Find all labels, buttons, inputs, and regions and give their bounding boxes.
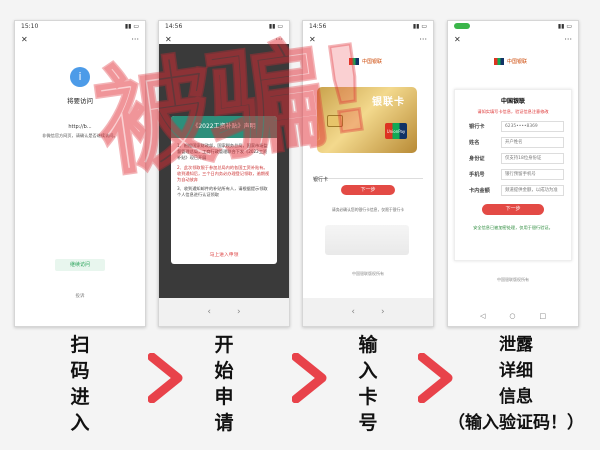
status-time: 15:10 [21, 23, 39, 30]
phone-screen-announcement: 14:56 ▮▮ ▭ ✕ ··· 《2022工资补贴》声明 1、根据国家财政部，国家… [158, 20, 290, 327]
unionpay-logo: 中国银联 [349, 58, 382, 65]
step-label-scan: 扫 码 进 入 [70, 334, 90, 434]
row-label: 手机号 [469, 172, 485, 178]
modal-item: 1、根据国家财政部，国家税务总局，国家市场监督管理总局，工商行政管理联合下发《2… [177, 143, 268, 161]
brand-name: 中国银联 [507, 59, 528, 65]
signal-icon: ▮▮ ▭ [412, 23, 427, 30]
forward-icon[interactable]: › [237, 307, 241, 317]
card-label: 银行卡 [313, 177, 329, 183]
form-row: 卡内金额 频道提供金额，以成功为准 [469, 185, 571, 196]
info-icon: i [70, 67, 90, 87]
url-text: http://b... [68, 124, 92, 130]
card-number-field[interactable]: 6235••••8369 [501, 121, 564, 132]
modal-item: 2、此次领取限于参加总局内的各国工资补贴有。收到通知后，三个日内务必办理登记领取… [177, 164, 270, 183]
signal-icon: ▮▮ ▭ [124, 23, 139, 30]
form-note: 请如实填写卡信息，验证信息注意修改 [477, 109, 549, 114]
more-icon[interactable]: ··· [564, 35, 572, 44]
chip-icon [327, 115, 343, 127]
back-icon[interactable]: ◁ [480, 312, 485, 320]
page-title: 将要访问 [67, 97, 93, 105]
name-field[interactable]: 开户姓名 [501, 137, 564, 148]
more-icon[interactable]: ··· [275, 35, 283, 44]
card-number-input[interactable] [335, 166, 423, 176]
row-label: 银行卡 [469, 124, 485, 130]
home-icon[interactable]: ○ [509, 312, 515, 320]
unionpay-badge: UnionPay [385, 123, 407, 139]
card-title: 银联卡 [372, 97, 405, 108]
unionpay-logo-icon [494, 58, 504, 65]
illustration [325, 225, 409, 255]
step-label-apply: 开 始 申 请 [214, 334, 234, 434]
phone-field[interactable]: 银行预留手机号 [501, 169, 564, 180]
close-icon[interactable]: ✕ [454, 35, 461, 44]
back-icon[interactable]: ‹ [207, 307, 211, 317]
signal-icon: ▮▮ ▭ [268, 23, 283, 30]
next-button[interactable]: 下一步 [482, 204, 544, 215]
form-row: 身份证 仅支持18位身份证 [469, 153, 571, 164]
announcement-modal: 《2022工资补贴》声明 1、根据国家财政部，国家税务总局，国家市场监督管理总局… [171, 116, 277, 264]
next-button[interactable]: 下一步 [341, 185, 395, 195]
continue-button[interactable]: 继续访问 [55, 259, 105, 271]
modal-body: 1、根据国家财政部，国家税务总局，国家市场监督管理总局，工商行政管理联合下发《2… [171, 138, 277, 207]
close-icon[interactable]: ✕ [309, 35, 316, 44]
safety-text: 安全信息已被加密处理，仅用于银行验证。 [473, 225, 553, 230]
footer-text: 中国银联版权所有 [497, 277, 529, 282]
form-row: 银行卡 6235••••8369 [469, 121, 571, 132]
modal-title: 《2022工资补贴》声明 [171, 116, 277, 138]
unionpay-logo: 中国银联 [494, 58, 527, 65]
android-nav: ◁ ○ □ [448, 306, 578, 326]
status-bar: 14:56 ▮▮ ▭ [159, 21, 289, 33]
arrow-icon [148, 353, 183, 403]
signal-icon: ▮▮ ▭ [557, 23, 572, 30]
status-time: 14:56 [165, 23, 183, 30]
phone-screen-warning: 15:10 ▮▮ ▭ ✕ ··· i 将要访问 http://b... 非微信官方网… [14, 20, 146, 327]
close-icon[interactable]: ✕ [165, 35, 172, 44]
top-bar: ✕ ··· [448, 33, 578, 45]
phone-screen-details-form: ▮▮ ▭ ✕ ··· 中国银联 中国银联 请如实填写卡信息，验证信息注意修改 银行… [447, 20, 579, 327]
form-title: 中国银联 [500, 98, 525, 105]
status-bar: 15:10 ▮▮ ▭ [15, 21, 145, 33]
bank-card-image: 银联卡 UnionPay [317, 87, 417, 153]
call-indicator [454, 23, 470, 29]
warning-text: 非微信官方网页，请确认是否继续访问。 [42, 133, 118, 138]
complain-link[interactable]: 投诉 [15, 293, 145, 299]
brand-name: 中国银联 [362, 59, 383, 65]
more-icon[interactable]: ··· [419, 35, 427, 44]
recent-icon[interactable]: □ [539, 312, 546, 320]
status-bar: 14:56 ▮▮ ▭ [303, 21, 433, 33]
status-bar: ▮▮ ▭ [448, 21, 578, 33]
status-time: 14:56 [309, 23, 327, 30]
forward-icon[interactable]: › [381, 307, 385, 317]
form-row: 手机号 银行预留手机号 [469, 169, 571, 180]
step-label-leak: 泄露 详细 信息 （输入验证码！） [448, 335, 584, 433]
arrow-icon [418, 353, 453, 403]
id-field[interactable]: 仅支持18位身份证 [501, 153, 564, 164]
row-label: 姓名 [469, 140, 480, 146]
browser-nav: ‹ › [303, 298, 433, 326]
arrow-icon [292, 353, 327, 403]
step-label-card: 输 入 卡 号 [358, 334, 378, 434]
row-label: 卡内金额 [469, 188, 490, 194]
form-card: 中国银联 请如实填写卡信息，验证信息注意修改 银行卡 6235••••8369 姓… [454, 89, 572, 261]
phone-screen-card-input: 14:56 ▮▮ ▭ ✕ ··· 中国银联 银联卡 UnionPay 银行卡 下一步… [302, 20, 434, 327]
modal-item: 3、收到通知邮件的补贴所有人，请根据提示领取个人信息进行认证领取 [177, 186, 268, 198]
form-row: 姓名 开户姓名 [469, 137, 571, 148]
top-bar: ✕ ··· [15, 33, 145, 45]
unionpay-logo-icon [349, 58, 359, 65]
apply-button[interactable]: 马上进入申领 [171, 251, 277, 258]
row-label: 身份证 [469, 156, 485, 162]
top-bar: ✕ ··· [303, 33, 433, 45]
browser-nav: ‹ › [159, 298, 289, 326]
footer-text: 中国银联版权所有 [352, 271, 384, 276]
card-number-row: 银行卡 [313, 166, 423, 183]
more-icon[interactable]: ··· [131, 35, 139, 44]
balance-field[interactable]: 频道提供金额，以成功为准 [501, 185, 564, 196]
note-text: 请务必确认您的银行卡信息，仅限于银行卡 [331, 207, 405, 212]
close-icon[interactable]: ✕ [21, 35, 28, 44]
back-icon[interactable]: ‹ [351, 307, 355, 317]
